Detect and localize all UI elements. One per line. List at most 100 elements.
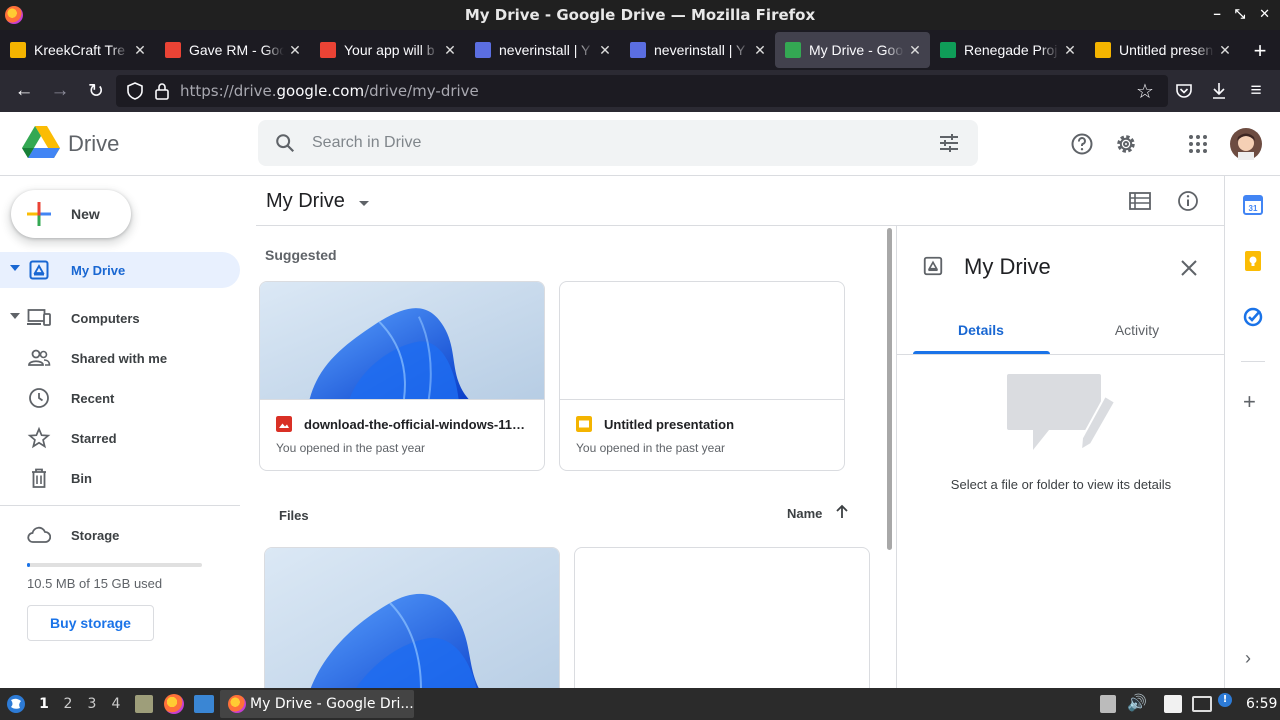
browser-tab-bar: KreekCraft Tre ✕ Gave RM - Goo ✕ Your app wi… [0, 30, 1280, 70]
taskbar-clock[interactable]: 6:59 [1246, 688, 1277, 720]
workspace-3[interactable]: 3 [80, 688, 104, 720]
avatar[interactable] [1230, 128, 1262, 160]
sidebar-item-starred[interactable]: Starred [0, 420, 240, 456]
chevron-right-icon[interactable]: › [1245, 648, 1251, 669]
arrow-up-icon[interactable] [834, 504, 850, 520]
help-icon[interactable] [1070, 132, 1094, 156]
new-button[interactable]: New [11, 190, 131, 238]
expand-caret-icon[interactable] [10, 313, 20, 319]
file-card-untitled-presentation[interactable] [574, 547, 870, 707]
menu-hamburger-icon[interactable]: ≡ [1238, 70, 1274, 112]
details-title: My Drive [964, 254, 1051, 279]
tray-display-icon[interactable] [1192, 696, 1212, 712]
buy-storage-button[interactable]: Buy storage [27, 605, 154, 641]
pocket-icon[interactable] [1175, 83, 1193, 99]
browser-tab-4[interactable]: neverinstall | Y ✕ [465, 30, 620, 70]
main-scrollbar[interactable] [884, 228, 894, 688]
bookmark-star-icon[interactable]: ☆ [1127, 70, 1163, 112]
browser-tab-7[interactable]: Renegade Proj ✕ [930, 30, 1085, 70]
url-text[interactable]: https://drive.google.com/drive/my-drive [180, 70, 479, 112]
file-card-windows-11[interactable] [264, 547, 560, 707]
info-icon[interactable] [1177, 190, 1199, 212]
new-tab-button[interactable]: + [1248, 38, 1272, 64]
tray-notification-icon[interactable]: ! [1218, 693, 1232, 707]
close-window-icon[interactable]: ✕ [1259, 6, 1270, 22]
shared-people-icon [28, 349, 51, 366]
browser-tab-5[interactable]: neverinstall | Y ✕ [620, 30, 775, 70]
reload-button[interactable]: ↻ [78, 70, 114, 112]
volume-icon[interactable]: 🔊 [1127, 693, 1147, 712]
sidebar-item-computers[interactable]: Computers [0, 300, 240, 336]
browser-tab-1[interactable]: KreekCraft Tre ✕ [0, 30, 155, 70]
my-drive-title-dropdown[interactable]: My Drive [266, 190, 369, 213]
storage-progress-bar [27, 563, 202, 567]
tab-activity[interactable]: Activity [1069, 322, 1205, 338]
tab-close-icon[interactable]: ✕ [443, 42, 457, 59]
tab-close-icon[interactable]: ✕ [1218, 42, 1232, 59]
tab-close-icon[interactable]: ✕ [908, 42, 922, 59]
keep-icon[interactable] [1243, 251, 1263, 271]
expand-caret-icon[interactable] [10, 265, 20, 271]
tab-details[interactable]: Details [913, 322, 1049, 338]
search-icon[interactable] [274, 132, 296, 154]
browser-navbar: ← → ↻ https://drive.google.com/drive/my-… [0, 70, 1280, 112]
file-manager-icon[interactable] [135, 695, 153, 713]
downloads-icon[interactable] [1211, 82, 1227, 100]
settings-gear-icon[interactable] [1114, 132, 1138, 156]
tab-favicon-neverinstall-icon [630, 42, 646, 58]
sidebar-item-bin[interactable]: Bin [0, 460, 240, 496]
file-name: download-the-official-windows-11-w... [304, 417, 528, 432]
taskbar-window-firefox[interactable]: My Drive - Google Dri... [220, 690, 414, 718]
browser-tab-2[interactable]: Gave RM - Goo ✕ [155, 30, 310, 70]
tabs-divider [897, 354, 1225, 355]
maximize-icon[interactable]: ⤡ [1235, 6, 1245, 22]
sort-by-name-button[interactable]: Name [787, 506, 822, 521]
forward-button[interactable]: → [42, 70, 78, 112]
tasks-icon[interactable] [1243, 307, 1263, 327]
browser-tab-6[interactable]: My Drive - Goo ✕ [775, 32, 930, 68]
workspace-2[interactable]: 2 [56, 688, 80, 720]
workspace-1[interactable]: 1 [32, 688, 56, 720]
search-options-icon[interactable] [938, 133, 960, 153]
lock-icon[interactable] [154, 82, 170, 100]
firefox-launcher-icon[interactable] [164, 694, 184, 714]
drive-logo-icon[interactable] [22, 126, 60, 160]
calendar-icon[interactable]: 31 [1243, 195, 1263, 215]
back-button[interactable]: ← [6, 70, 42, 112]
tab-close-icon[interactable]: ✕ [1063, 42, 1077, 59]
browser-tab-3[interactable]: Your app will b ✕ [310, 30, 465, 70]
minimize-icon[interactable]: – [1213, 6, 1220, 22]
list-view-icon[interactable] [1129, 191, 1151, 211]
start-menu-icon[interactable] [6, 694, 26, 714]
left-sidebar: New My Drive Computers Shared with me Re… [0, 176, 256, 688]
apps-grid-icon[interactable] [1186, 132, 1210, 156]
search-bar[interactable] [258, 120, 978, 166]
sidebar-item-storage[interactable]: Storage [0, 517, 240, 553]
tab-close-icon[interactable]: ✕ [598, 42, 612, 59]
sidebar-item-shared-with-me[interactable]: Shared with me [0, 340, 240, 376]
shield-icon[interactable] [126, 82, 144, 100]
tray-clipboard-icon[interactable] [1100, 695, 1116, 713]
close-icon[interactable] [1177, 256, 1201, 280]
side-panel-divider [1241, 361, 1265, 362]
search-input[interactable] [312, 120, 912, 166]
get-addons-plus-icon[interactable]: + [1243, 391, 1256, 413]
sidebar-item-my-drive[interactable]: My Drive [0, 252, 240, 288]
browser-tab-label: Untitled presen [1119, 42, 1214, 58]
drive-app-name[interactable]: Drive [68, 131, 119, 157]
tray-notes-icon[interactable] [1164, 695, 1182, 713]
suggested-card-windows-11[interactable]: download-the-official-windows-11-w... Yo… [259, 281, 545, 471]
desktop-icon[interactable] [194, 695, 214, 713]
sidebar-item-recent[interactable]: Recent [0, 380, 240, 416]
browser-tab-8[interactable]: Untitled presen ✕ [1085, 30, 1240, 70]
tab-favicon-drive-icon [785, 42, 801, 58]
scrollbar-thumb[interactable] [887, 228, 892, 550]
workspace-4[interactable]: 4 [104, 688, 128, 720]
tab-close-icon[interactable]: ✕ [753, 42, 767, 59]
tab-close-icon[interactable]: ✕ [288, 42, 302, 59]
sidebar-item-label: My Drive [71, 263, 126, 278]
new-button-label: New [71, 206, 100, 222]
tab-close-icon[interactable]: ✕ [133, 42, 147, 59]
url-prefix: https://drive. [180, 82, 277, 100]
suggested-card-untitled-presentation[interactable]: Untitled presentation You opened in the … [559, 281, 845, 471]
